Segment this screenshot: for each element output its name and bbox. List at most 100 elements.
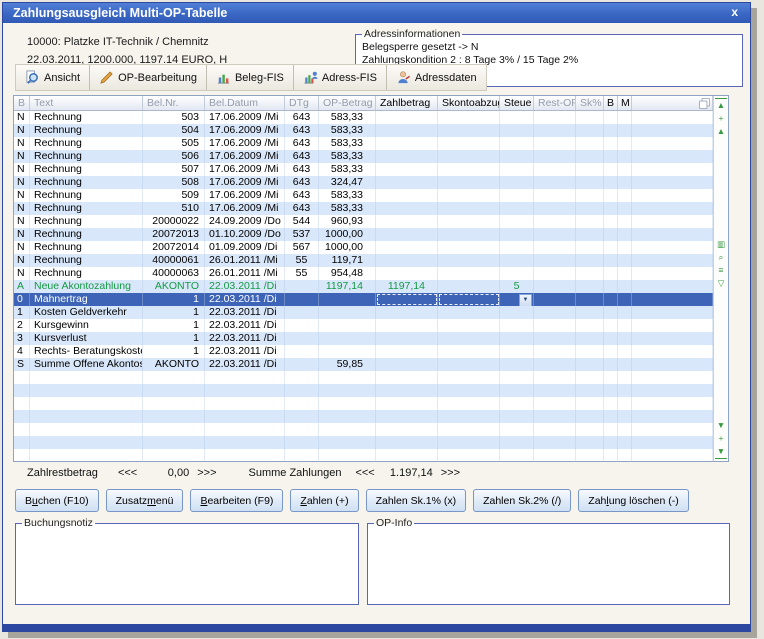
cell-steue[interactable] (500, 332, 534, 345)
cell-b2[interactable] (604, 254, 618, 267)
cell-m[interactable] (618, 397, 632, 410)
cell-m[interactable] (618, 410, 632, 423)
cell-steue[interactable] (500, 202, 534, 215)
cell-fill[interactable] (632, 254, 713, 267)
cell-sk[interactable] (576, 215, 604, 228)
columns-icon[interactable]: ▥ (715, 238, 727, 251)
cell-belnr[interactable] (143, 410, 205, 423)
cell-belnr[interactable]: 40000063 (143, 267, 205, 280)
cell-b[interactable]: S (14, 358, 30, 371)
cell-text[interactable]: Rechnung (30, 254, 143, 267)
cell-b2[interactable] (604, 293, 618, 306)
cell-datum[interactable]: 22.03.2011 /Di (205, 306, 285, 319)
cell-b[interactable] (14, 384, 30, 397)
cell-op[interactable]: 583,33 (319, 189, 376, 202)
cell-dtg[interactable] (285, 384, 319, 397)
cell-sk[interactable] (576, 397, 604, 410)
cell-rest[interactable] (534, 423, 576, 436)
cell-b2[interactable] (604, 371, 618, 384)
cell-b2[interactable] (604, 124, 618, 137)
cell-belnr[interactable]: 1 (143, 293, 205, 306)
bearbeiten-button[interactable]: Bearbeiten (F9) (190, 489, 283, 512)
table-row[interactable]: NRechnung4000006326.01.2011 /Mi55954,48 (14, 267, 713, 280)
table-row[interactable]: 1Kosten Geldverkehr122.03.2011 /Di (14, 306, 713, 319)
cell-b2[interactable] (604, 215, 618, 228)
cell-steue[interactable] (500, 306, 534, 319)
cell-op[interactable] (319, 332, 376, 345)
cell-m[interactable] (618, 202, 632, 215)
cell-fill[interactable] (632, 436, 713, 449)
cell-op[interactable]: 583,33 (319, 124, 376, 137)
cell-skonto[interactable] (438, 319, 500, 332)
cell-rest[interactable] (534, 163, 576, 176)
cell-zahl[interactable] (376, 176, 438, 189)
cell-m[interactable] (618, 345, 632, 358)
close-icon[interactable]: x (731, 3, 738, 23)
table-row[interactable]: NRechnung2000002224.09.2009 /Do544960,93 (14, 215, 713, 228)
cell-datum[interactable]: 24.09.2009 /Do (205, 215, 285, 228)
tab-adressdaten[interactable]: Adressdaten (386, 65, 486, 90)
cell-steue[interactable] (500, 124, 534, 137)
cell-sk[interactable] (576, 371, 604, 384)
table-row[interactable] (14, 423, 713, 436)
cell-fill[interactable] (632, 306, 713, 319)
cell-op[interactable]: 960,93 (319, 215, 376, 228)
cell-m[interactable] (618, 124, 632, 137)
cell-fill[interactable] (632, 137, 713, 150)
cell-steue[interactable] (500, 254, 534, 267)
cell-zahl[interactable] (376, 410, 438, 423)
table-row[interactable]: ANeue AkontozahlungAKONTO22.03.2011 /Di1… (14, 280, 713, 293)
cell-zahl[interactable] (376, 319, 438, 332)
cell-text[interactable]: Kursgewinn (30, 319, 143, 332)
cell-op[interactable]: 583,33 (319, 137, 376, 150)
cell-text[interactable]: Rechnung (30, 163, 143, 176)
cell-rest[interactable] (534, 241, 576, 254)
cell-sk[interactable] (576, 228, 604, 241)
cell-b[interactable]: N (14, 124, 30, 137)
cell-belnr[interactable]: 1 (143, 306, 205, 319)
table-row[interactable]: NRechnung2007201401.09.2009 /Di5671000,0… (14, 241, 713, 254)
cell-op[interactable] (319, 384, 376, 397)
cell-m[interactable] (618, 176, 632, 189)
cell-text[interactable] (30, 410, 143, 423)
cell-b2[interactable] (604, 345, 618, 358)
cell-m[interactable] (618, 358, 632, 371)
cell-sk[interactable] (576, 111, 604, 124)
cell-sk[interactable] (576, 423, 604, 436)
cell-zahl[interactable]: 1197,14 (376, 280, 438, 293)
scroll-up-icon[interactable]: ▲ (715, 125, 727, 138)
cell-text[interactable]: Rechnung (30, 124, 143, 137)
cell-belnr[interactable] (143, 449, 205, 462)
zahlen-button[interactable]: Zahlen (+) (290, 489, 358, 512)
cell-skonto[interactable] (438, 293, 500, 306)
cell-text[interactable]: Kursverlust (30, 332, 143, 345)
cell-steue[interactable] (500, 371, 534, 384)
cell-skonto[interactable] (438, 280, 500, 293)
cell-text[interactable] (30, 449, 143, 462)
cell-dtg[interactable]: 544 (285, 215, 319, 228)
cell-datum[interactable] (205, 397, 285, 410)
cell-sk[interactable] (576, 345, 604, 358)
table-row[interactable]: NRechnung50417.06.2009 /Mi643583,33 (14, 124, 713, 137)
table-row[interactable] (14, 436, 713, 449)
cell-rest[interactable] (534, 384, 576, 397)
cell-belnr[interactable]: 1 (143, 319, 205, 332)
cell-dtg[interactable] (285, 319, 319, 332)
table-row[interactable]: NRechnung2007201301.10.2009 /Do5371000,0… (14, 228, 713, 241)
cell-datum[interactable]: 26.01.2011 /Mi (205, 254, 285, 267)
cell-skonto[interactable] (438, 137, 500, 150)
cell-text[interactable]: Mahnertrag (30, 293, 143, 306)
insert-plus-top-icon[interactable]: + (715, 112, 727, 125)
cell-steue[interactable] (500, 189, 534, 202)
cell-skonto[interactable] (438, 410, 500, 423)
cell-op[interactable] (319, 397, 376, 410)
cell-text[interactable]: Summe Offene Akontos (30, 358, 143, 371)
cell-op[interactable]: 954,48 (319, 267, 376, 280)
cell-datum[interactable]: 17.06.2009 /Mi (205, 189, 285, 202)
cell-dtg[interactable]: 643 (285, 163, 319, 176)
cell-m[interactable] (618, 332, 632, 345)
cell-zahl[interactable] (376, 371, 438, 384)
cell-zahl[interactable] (376, 293, 438, 306)
cell-b2[interactable] (604, 449, 618, 462)
cell-dtg[interactable]: 643 (285, 150, 319, 163)
